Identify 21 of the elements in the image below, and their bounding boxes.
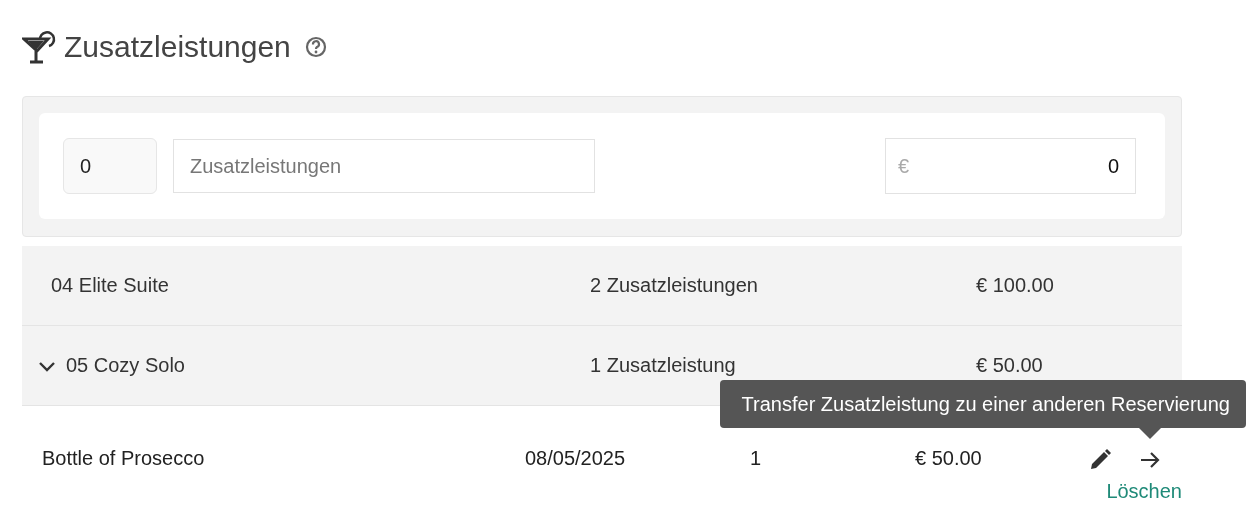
help-icon[interactable] (304, 36, 327, 58)
section-title: Zusatzleistungen (64, 30, 291, 64)
group-name: 05 Cozy Solo (66, 354, 185, 377)
item-name: Bottle of Prosecco (41, 446, 206, 470)
delete-link[interactable]: Löschen (1106, 479, 1182, 503)
group-row[interactable]: 04 Elite Suite 2 Zusatzleistungen € 100.00 (22, 246, 1182, 326)
name-field[interactable]: Zusatzleistungen (173, 139, 595, 193)
pencil-icon[interactable] (1088, 447, 1112, 472)
group-total: € 50.00 (976, 354, 1043, 377)
group-count: 2 Zusatzleistungen (590, 274, 759, 297)
item-quantity: 1 (750, 446, 763, 470)
item-price: € 50.00 (915, 446, 983, 470)
quantity-field[interactable]: 0 (63, 138, 157, 194)
group-name: 04 Elite Suite (51, 274, 169, 297)
currency-label: € (898, 154, 910, 178)
price-field[interactable]: € 0 (885, 138, 1136, 194)
tooltip-pointer (1138, 427, 1162, 439)
group-total: € 100.00 (976, 274, 1054, 297)
item-date: 08/05/2025 (525, 446, 627, 470)
cocktail-icon (22, 29, 58, 65)
group-count: 1 Zusatzleistung (590, 354, 737, 377)
